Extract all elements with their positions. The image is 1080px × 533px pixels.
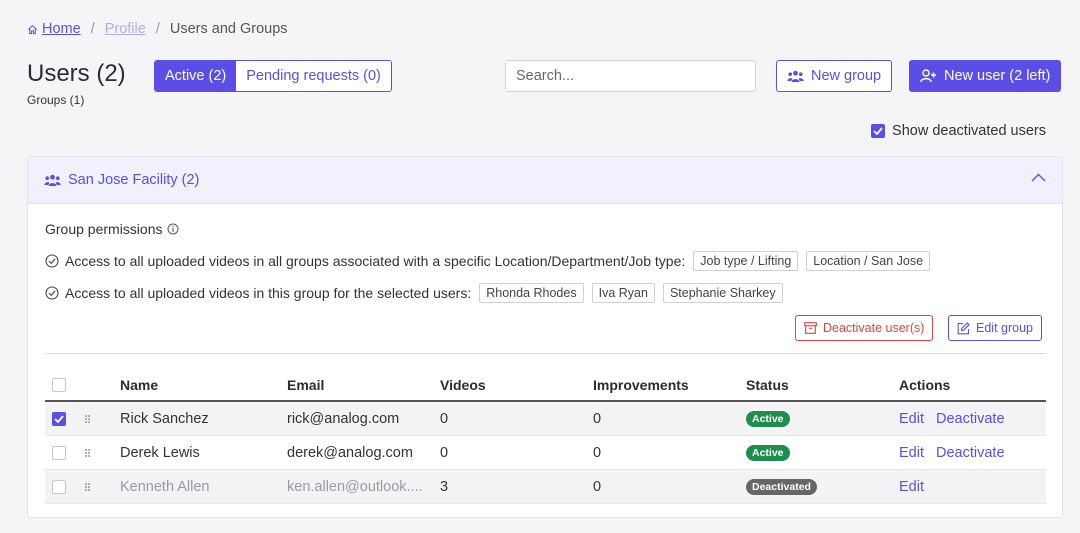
check-circle-icon <box>45 254 59 268</box>
deactivate-users-label: Deactivate user(s) <box>823 321 925 335</box>
user-name: Derek Lewis <box>120 444 200 461</box>
user-videos: 0 <box>440 444 449 461</box>
breadcrumb-home-label: Home <box>42 21 81 37</box>
edit-user-link[interactable]: Edit <box>899 445 924 461</box>
groups-count: Groups (1) <box>27 93 85 107</box>
user-name: Rick Sanchez <box>120 410 209 427</box>
user-email: ken.allen@outlook.... <box>287 478 423 495</box>
user-email: rick@analog.com <box>287 410 400 427</box>
show-deactivated-toggle[interactable]: Show deactivated users <box>871 123 1046 139</box>
tag-user: Stephanie Sharkey <box>662 283 783 303</box>
table-row[interactable]: Kenneth Allen ken.allen@outlook.... 3 0 … <box>45 470 1046 504</box>
check-icon <box>54 414 64 423</box>
column-header-email[interactable]: Email <box>287 377 440 393</box>
new-user-label: New user (2 left) <box>944 68 1051 84</box>
user-videos: 3 <box>440 478 449 495</box>
check-icon <box>873 127 883 135</box>
user-improvements: 0 <box>593 410 602 427</box>
row-checkbox[interactable] <box>52 479 66 494</box>
drag-handle-icon[interactable] <box>85 448 90 457</box>
tag-job-type: Job type / Lifting <box>693 251 799 271</box>
chevron-up-icon[interactable] <box>1031 173 1046 182</box>
tag-location: Location / San Jose <box>806 251 931 271</box>
drag-handle-icon[interactable] <box>85 482 90 491</box>
deactivate-user-link[interactable]: Deactivate <box>936 445 1005 461</box>
edit-user-link[interactable]: Edit <box>899 411 924 427</box>
show-deactivated-checkbox[interactable] <box>871 124 886 138</box>
deactivate-users-button[interactable]: Deactivate user(s) <box>795 315 934 341</box>
breadcrumb-current: Users and Groups <box>169 21 288 37</box>
table-row[interactable]: Derek Lewis derek@analog.com 0 0 Active … <box>45 436 1046 470</box>
edit-user-link[interactable]: Edit <box>899 479 924 495</box>
breadcrumb-home-link[interactable]: Home <box>27 21 81 37</box>
user-name: Kenneth Allen <box>120 478 210 495</box>
status-badge: Active <box>746 411 790 427</box>
user-improvements: 0 <box>593 478 602 495</box>
check-circle-icon <box>45 286 59 300</box>
info-icon[interactable] <box>167 223 179 235</box>
user-plus-icon <box>920 69 937 83</box>
group-card-header[interactable]: San Jose Facility (2) <box>28 157 1062 204</box>
breadcrumb: Home / Profile / Users and Groups <box>27 21 288 37</box>
archive-icon <box>804 322 817 334</box>
deactivate-user-link[interactable]: Deactivate <box>936 411 1005 427</box>
page-title: Users (2) <box>27 60 126 87</box>
permission-text-users: Access to all uploaded videos in this gr… <box>65 285 472 301</box>
status-tabs: Active (2) Pending requests (0) <box>154 60 392 92</box>
tag-user: Iva Ryan <box>591 283 655 303</box>
tab-active[interactable]: Active (2) <box>155 61 237 91</box>
row-checkbox[interactable] <box>52 445 66 460</box>
permission-text-location: Access to all uploaded videos in all gro… <box>65 253 686 269</box>
group-name: San Jose Facility (2) <box>68 172 200 188</box>
users-table: Name Email Videos Improvements Status Ac… <box>45 370 1046 504</box>
status-badge: Deactivated <box>746 479 817 495</box>
column-header-status[interactable]: Status <box>746 377 899 393</box>
select-all-checkbox[interactable] <box>52 378 66 392</box>
breadcrumb-separator: / <box>155 21 160 37</box>
breadcrumb-profile-link[interactable]: Profile <box>105 21 146 37</box>
new-user-button[interactable]: New user (2 left) <box>909 60 1062 92</box>
group-permissions-title: Group permissions <box>45 221 179 237</box>
row-checkbox[interactable] <box>52 411 66 426</box>
show-deactivated-label: Show deactivated users <box>892 123 1046 139</box>
column-header-actions: Actions <box>899 377 951 393</box>
user-videos: 0 <box>440 410 449 427</box>
tab-pending-requests[interactable]: Pending requests (0) <box>236 61 391 91</box>
user-improvements: 0 <box>593 444 602 461</box>
table-row[interactable]: Rick Sanchez rick@analog.com 0 0 Active … <box>45 402 1046 436</box>
column-header-videos[interactable]: Videos <box>440 377 593 393</box>
status-badge: Active <box>746 445 790 461</box>
group-permissions-label: Group permissions <box>45 221 163 237</box>
table-header: Name Email Videos Improvements Status Ac… <box>45 370 1046 402</box>
drag-handle-icon[interactable] <box>85 414 90 423</box>
users-group-icon <box>787 70 804 83</box>
users-group-icon <box>44 174 61 187</box>
group-card: San Jose Facility (2) Group permissions … <box>27 156 1063 518</box>
divider <box>45 353 1046 354</box>
edit-icon <box>957 321 970 335</box>
permission-row-location: Access to all uploaded videos in all gro… <box>45 251 931 271</box>
tag-user: Rhonda Rhodes <box>479 283 584 303</box>
user-email: derek@analog.com <box>287 444 413 461</box>
new-group-label: New group <box>811 68 882 84</box>
edit-group-label: Edit group <box>976 321 1033 335</box>
permission-row-users: Access to all uploaded videos in this gr… <box>45 283 783 303</box>
edit-group-button[interactable]: Edit group <box>948 315 1042 341</box>
column-header-improvements[interactable]: Improvements <box>593 377 746 393</box>
breadcrumb-separator: / <box>90 21 95 37</box>
home-icon <box>27 24 38 35</box>
column-header-name[interactable]: Name <box>120 377 287 393</box>
search-input[interactable] <box>505 60 756 92</box>
new-group-button[interactable]: New group <box>776 60 893 92</box>
